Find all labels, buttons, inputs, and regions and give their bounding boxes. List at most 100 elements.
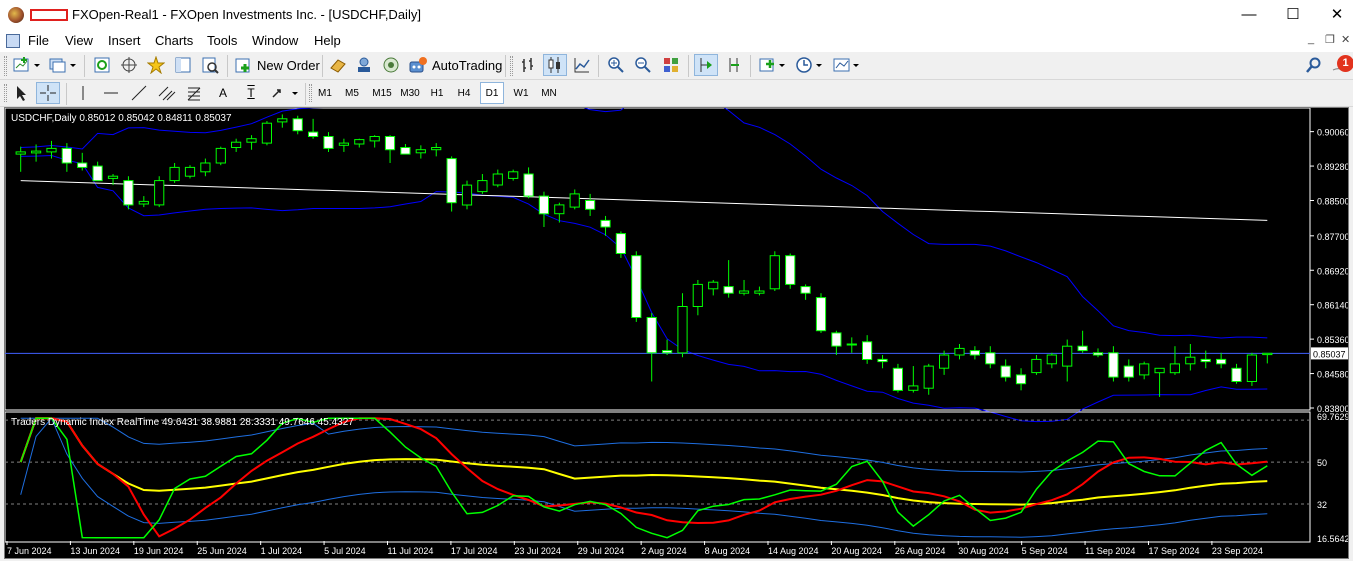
search-icon [1306, 57, 1321, 73]
candle-bullish [908, 385, 919, 391]
arrows-icon [272, 89, 298, 98]
vertical-line-tool[interactable] [72, 82, 94, 104]
timeframe-m30[interactable]: M30 [397, 82, 423, 104]
alert-count-badge[interactable]: 1 [1337, 55, 1353, 72]
menu-insert[interactable]: Insert [108, 33, 141, 48]
text-label-tool[interactable]: T [240, 82, 262, 104]
menu-tools[interactable]: Tools [207, 33, 237, 48]
timeframe-w1[interactable]: W1 [509, 82, 533, 104]
market-watch-button[interactable] [90, 54, 114, 76]
navigator-icon [121, 57, 137, 73]
candle-bearish [1123, 365, 1134, 378]
candle-bullish [107, 175, 119, 179]
search-button[interactable] [1303, 54, 1325, 76]
candle-bearish [384, 136, 396, 151]
toolbar-separator [305, 83, 306, 105]
mdi-minimize-button[interactable]: _ [1308, 33, 1314, 45]
timeframe-h1[interactable]: H1 [426, 82, 448, 104]
cursor-tool[interactable] [10, 82, 32, 104]
arrows-tool[interactable] [268, 82, 302, 104]
price-chart[interactable]: 0.90060 0.89280 0.88500 0.87700 0.86920 0.861… [4, 78, 1350, 558]
candle-bullish [154, 180, 165, 206]
templates-button[interactable] [830, 54, 864, 76]
toolbar-separator [66, 83, 67, 105]
periods-icon [796, 57, 822, 73]
toolbar-grip[interactable] [4, 84, 7, 102]
timeframe-mn[interactable]: MN [537, 82, 561, 104]
strategy-tester-button[interactable] [198, 54, 222, 76]
date-tick-label: 13 Jun 2024 [70, 546, 120, 556]
signals-button[interactable] [352, 54, 376, 76]
candle-bullish [738, 290, 750, 294]
equidistant-channel-tool[interactable] [155, 82, 179, 104]
candle-bullish [461, 184, 473, 206]
price-tick-label: 0.87700 [1317, 232, 1348, 242]
favorites-button[interactable] [144, 54, 168, 76]
price-tick-label: 0.85360 [1317, 335, 1348, 345]
date-tick-label: 29 Jul 2024 [578, 546, 625, 556]
candle-bullish [415, 149, 426, 154]
indicators-button[interactable] [756, 54, 790, 76]
menu-window[interactable]: Window [252, 33, 298, 48]
date-tick-label: 14 Aug 2024 [768, 546, 819, 556]
profiles-button[interactable] [46, 54, 80, 76]
horizontal-line-icon [104, 92, 118, 94]
candle-bearish [1216, 358, 1227, 365]
minimize-button[interactable]: — [1226, 0, 1272, 30]
candle-bearish [292, 118, 303, 132]
new-order-button[interactable]: New Order [234, 54, 322, 76]
toolbar-grip[interactable] [510, 56, 513, 76]
autotrading-button[interactable]: AutoTrading [407, 54, 503, 76]
candle-bullish [1062, 345, 1073, 367]
chart-shift-button[interactable] [694, 54, 718, 76]
menu-charts[interactable]: Charts [155, 33, 193, 48]
navigator-button[interactable] [117, 54, 141, 76]
timeframe-h4[interactable]: H4 [453, 82, 475, 104]
trendline-tool[interactable] [127, 82, 151, 104]
close-button[interactable]: ✕ [1314, 0, 1353, 30]
metaeditor-button[interactable] [326, 54, 350, 76]
chart-window[interactable]: 0.90060 0.89280 0.88500 0.87700 0.86920 0.861… [4, 78, 1350, 559]
market-watch-icon [94, 57, 110, 73]
candle-bearish [1108, 352, 1119, 378]
signals-icon [358, 57, 370, 72]
candle-bullish [939, 354, 950, 369]
metatrader-app-icon [8, 7, 24, 23]
date-tick-label: 11 Jul 2024 [387, 546, 433, 556]
date-tick-label: 30 Aug 2024 [958, 546, 1009, 556]
autoscroll-button[interactable] [722, 54, 746, 76]
toolbar-grip[interactable] [4, 56, 7, 76]
line-chart-button[interactable] [570, 54, 594, 76]
horizontal-line-tool[interactable] [99, 82, 123, 104]
menu-file[interactable]: File [28, 33, 49, 48]
zoom-out-button[interactable] [631, 54, 655, 76]
market-button[interactable] [379, 54, 403, 76]
candle-bearish [523, 173, 534, 197]
chart-header: USDCHF,Daily 0.85012 0.85042 0.84811 0.8… [11, 113, 232, 124]
maximize-button[interactable]: ☐ [1270, 0, 1316, 30]
timeframe-m1[interactable]: M1 [313, 82, 337, 104]
zoom-in-button[interactable] [604, 54, 628, 76]
menu-help[interactable]: Help [314, 33, 341, 48]
menu-view[interactable]: View [65, 33, 93, 48]
timeframe-d1[interactable]: D1 [480, 82, 504, 104]
mdi-restore-button[interactable]: ❐ [1325, 33, 1335, 46]
periods-button[interactable] [793, 54, 827, 76]
timeframe-m5[interactable]: M5 [340, 82, 364, 104]
toolbar-grip[interactable] [309, 84, 312, 102]
candle-bearish [1092, 352, 1104, 356]
candle-bullish [708, 281, 719, 290]
candle-bearish [785, 255, 796, 285]
mdi-close-button[interactable]: ✕ [1341, 33, 1350, 46]
text-tool[interactable]: A [212, 82, 234, 104]
timeframe-m15[interactable]: M15 [368, 82, 396, 104]
tdi-indicator-pane [4, 411, 1311, 543]
data-window-button[interactable] [171, 54, 195, 76]
crosshair-tool[interactable] [36, 82, 60, 104]
candlestick-button[interactable] [543, 54, 567, 76]
new-chart-button[interactable] [10, 54, 44, 76]
tile-windows-button[interactable] [659, 54, 683, 76]
fibonacci-tool[interactable] [183, 82, 207, 104]
chart-window-icon[interactable] [6, 34, 20, 48]
bar-chart-button[interactable] [516, 54, 540, 76]
